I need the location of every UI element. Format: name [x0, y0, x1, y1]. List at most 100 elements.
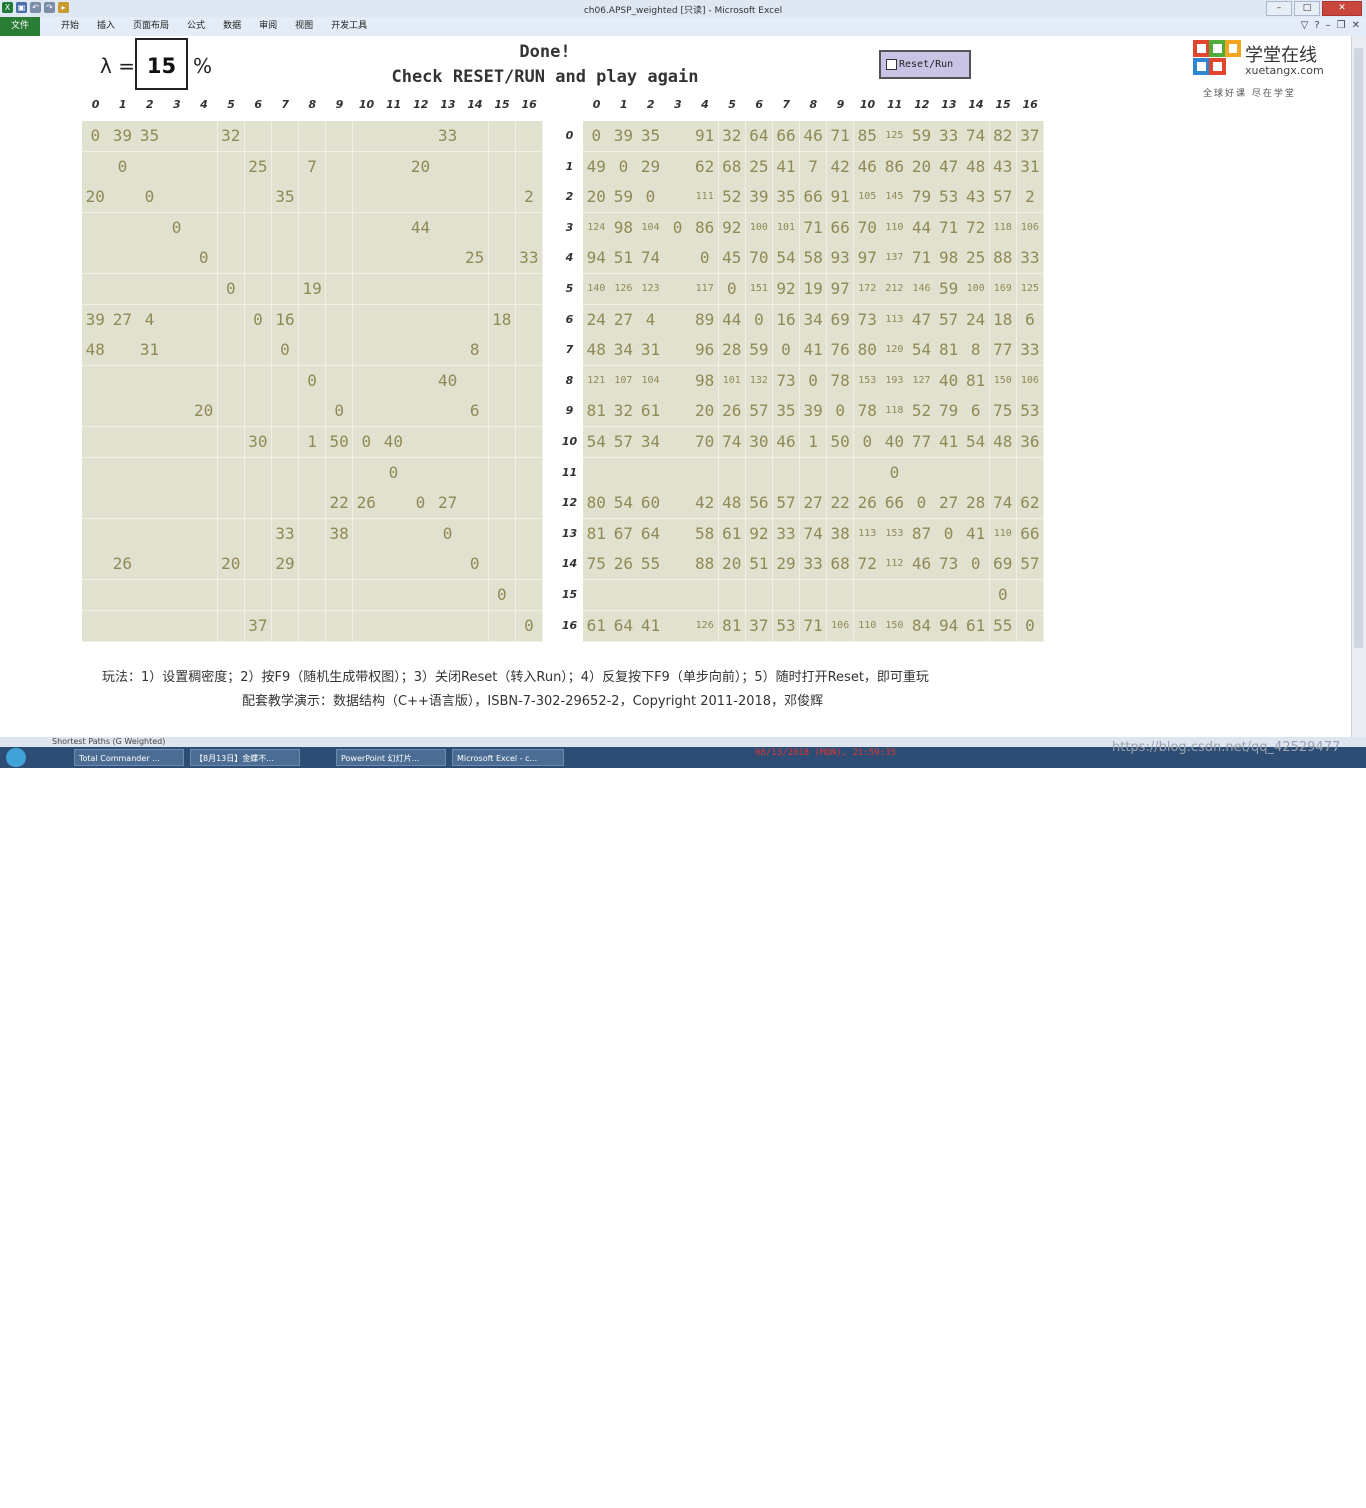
weight-cell [109, 518, 137, 550]
distance-cell: 41 [637, 610, 665, 642]
weight-cell: 39 [82, 304, 110, 336]
ribbon-tab[interactable]: 开始 [52, 17, 88, 36]
distance-cell: 31 [1016, 151, 1045, 183]
distance-cell: 27 [935, 488, 963, 520]
weight-cell [217, 304, 246, 336]
distance-cell: 81 [718, 610, 747, 642]
weight-cell: 35 [271, 182, 300, 214]
ribbon-tab[interactable]: 开发工具 [322, 17, 376, 36]
weight-cell [244, 274, 273, 306]
weight-cell [515, 151, 544, 183]
weight-cell [380, 274, 408, 306]
taskbar-button[interactable]: Microsoft Excel - c... [452, 749, 564, 766]
distance-cell: 54 [583, 427, 611, 459]
minimize-workbook-icon[interactable]: – [1326, 20, 1331, 31]
weight-cell [461, 151, 489, 183]
weight-cell [407, 365, 435, 397]
distance-cell: 92 [718, 212, 747, 244]
taskbar-button[interactable]: 【8月13日】金蝶不... [190, 749, 300, 766]
distance-cell [1016, 580, 1045, 612]
distance-cell: 70 [854, 212, 882, 244]
reset-run-checkbox[interactable]: Reset/Run [879, 50, 971, 79]
distance-cell: 94 [935, 610, 963, 642]
distance-cell: 0 [881, 457, 909, 489]
ribbon-collapse-icon[interactable]: ▽ [1301, 20, 1309, 31]
distance-cell [881, 580, 909, 612]
distance-cell: 137 [881, 243, 909, 275]
ribbon-tab[interactable]: 审阅 [250, 17, 286, 36]
weight-cell [325, 151, 354, 183]
vertical-scrollbar[interactable] [1351, 36, 1366, 737]
weight-cell: 0 [488, 580, 517, 612]
close-button[interactable]: ✕ [1322, 1, 1362, 16]
distance-cell: 71 [799, 212, 828, 244]
distance-cell [745, 580, 774, 612]
distance-cell [664, 580, 692, 612]
weight-cell [217, 580, 246, 612]
distance-cell: 24 [962, 304, 990, 336]
distance-cell: 70 [691, 427, 719, 459]
distance-cell: 126 [610, 274, 638, 306]
minimize-button[interactable]: – [1266, 1, 1292, 16]
weight-cell [244, 549, 273, 581]
file-tab[interactable]: 文件 [0, 17, 40, 36]
start-button-icon[interactable] [6, 748, 26, 767]
distance-cell: 0 [1016, 610, 1045, 642]
help-icon[interactable]: ? [1314, 20, 1319, 31]
lambda-input[interactable]: 15 [135, 38, 188, 90]
distance-cell: 71 [908, 243, 936, 275]
taskbar-button[interactable]: Total Commander ... [74, 749, 184, 766]
weight-cell [136, 151, 164, 183]
weight-cell [298, 488, 327, 520]
distance-cell: 61 [637, 396, 665, 428]
distance-cell: 62 [1016, 488, 1045, 520]
sheet-tab[interactable]: Shortest Paths (G Weighted) [52, 737, 165, 746]
taskbar-button[interactable]: PowerPoint 幻灯片... [336, 749, 446, 766]
distance-cell: 111 [691, 182, 719, 214]
distance-cell: 69 [826, 304, 855, 336]
weight-col-header: 6 [254, 98, 262, 111]
weight-cell [488, 151, 517, 183]
weight-col-header: 8 [308, 98, 317, 111]
distance-cell: 121 [583, 365, 611, 397]
distance-cell: 59 [745, 335, 774, 367]
weight-cell [488, 518, 517, 550]
ribbon-tab[interactable]: 公式 [178, 17, 214, 36]
scrollbar-thumb[interactable] [1354, 48, 1363, 648]
weight-col-header: 12 [413, 98, 429, 111]
distance-cell: 20 [908, 151, 936, 183]
distance-cell [664, 243, 692, 275]
ribbon-tab[interactable]: 数据 [214, 17, 250, 36]
ribbon-tab[interactable]: 页面布局 [124, 17, 178, 36]
weight-cell [407, 304, 435, 336]
weight-cell [488, 243, 517, 275]
dist-col-header: 8 [809, 98, 818, 111]
restore-workbook-icon[interactable]: ❐ [1337, 20, 1346, 31]
checkbox-icon[interactable] [886, 59, 897, 70]
distance-cell: 61 [962, 610, 990, 642]
distance-cell: 78 [854, 396, 882, 428]
distance-cell: 169 [989, 274, 1018, 306]
status-done: Done! [519, 42, 571, 62]
distance-cell [799, 580, 828, 612]
weight-cell [434, 610, 462, 642]
row-header: 9 [565, 404, 574, 418]
ribbon-tab[interactable]: 视图 [286, 17, 322, 36]
distance-cell: 39 [745, 182, 774, 214]
maximize-button[interactable]: □ [1294, 1, 1320, 16]
weight-cell [82, 549, 110, 581]
weight-cell: 37 [244, 610, 273, 642]
weight-cell: 16 [271, 304, 300, 336]
weight-cell: 25 [244, 151, 273, 183]
distance-cell: 60 [637, 488, 665, 520]
weight-cell: 0 [407, 488, 435, 520]
dist-col-header: 13 [941, 98, 957, 111]
close-workbook-icon[interactable]: ✕ [1352, 20, 1360, 31]
weight-cell: 0 [380, 457, 408, 489]
weight-col-header: 13 [440, 98, 456, 111]
weight-cell [298, 549, 327, 581]
distance-cell: 66 [799, 182, 828, 214]
ribbon-tab[interactable]: 插入 [88, 17, 124, 36]
lambda-label: λ = [100, 54, 135, 78]
weight-cell [109, 212, 137, 244]
